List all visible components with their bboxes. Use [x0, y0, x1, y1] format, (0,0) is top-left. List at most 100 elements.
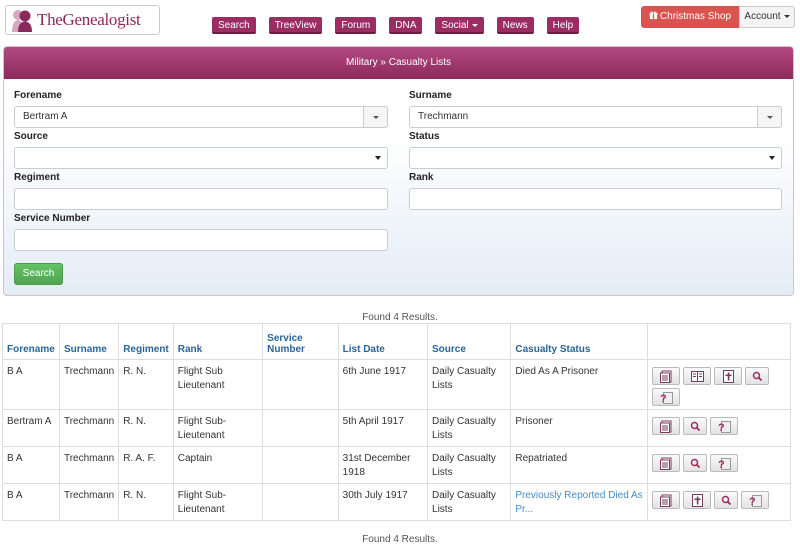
cell-service-number: [262, 409, 339, 447]
cell-rank: Flight Sub Lieutenant: [172, 359, 264, 410]
search-action-button[interactable]: [745, 367, 770, 385]
rank-label: Rank: [409, 172, 434, 183]
transcript-action-button[interactable]: [652, 367, 681, 385]
rank-input[interactable]: [409, 188, 782, 210]
table-row: B A Trechmann R. N. Flight Sub Lieutenant 6t…: [2, 359, 791, 410]
status-label: Status: [409, 131, 440, 142]
cell-casualty-status: Previously Reported Died As Pr...: [510, 483, 649, 521]
cell-surname: Trechmann: [58, 409, 120, 447]
cell-casualty-status: Died As A Prisoner: [510, 359, 649, 410]
regiment-input[interactable]: [14, 188, 388, 210]
results-count-top: Found 4 Results.: [362, 312, 438, 323]
cell-actions: ?: [647, 446, 791, 484]
table-row: B A Trechmann R. A. F. Captain 31st December…: [2, 446, 791, 484]
site-logo[interactable]: TheGenealogist: [5, 5, 160, 35]
service-number-label: Service Number: [14, 213, 91, 224]
nav-forum-label: Forum: [341, 20, 371, 31]
search-action-button[interactable]: [683, 417, 708, 435]
nav-treeview-label: TreeView: [274, 20, 317, 31]
column-header-source[interactable]: Source: [427, 323, 512, 360]
cell-regiment: R. N.: [118, 409, 174, 447]
cell-forename: B A: [2, 483, 60, 521]
svg-text:?: ?: [749, 496, 756, 507]
column-header-rank[interactable]: Rank: [172, 323, 264, 360]
nav-social-button[interactable]: Social: [435, 17, 484, 34]
cell-rank: Flight Sub-Lieutenant: [172, 409, 264, 447]
cell-surname: Trechmann: [58, 446, 120, 484]
column-header-casualty-status[interactable]: Casualty Status: [510, 323, 649, 360]
column-header-actions: [647, 323, 791, 360]
help-action-button[interactable]: ?: [741, 491, 770, 509]
surname-dropdown-button[interactable]: [757, 106, 782, 128]
svg-text:?: ?: [660, 393, 667, 404]
help-action-button[interactable]: ?: [652, 388, 681, 406]
transcript-action-button[interactable]: [652, 491, 681, 509]
panel-title: Military » Casualty Lists: [4, 47, 793, 79]
christmas-shop-button[interactable]: Christmas Shop: [641, 6, 739, 28]
nav-help-button[interactable]: Help: [546, 17, 580, 34]
cell-service-number: [262, 446, 339, 484]
caret-down-icon: [471, 23, 478, 27]
column-header-regiment[interactable]: Regiment: [118, 323, 174, 360]
casualty-status-link[interactable]: Previously Reported Died As Pr...: [515, 490, 642, 515]
cell-surname: Trechmann: [58, 483, 120, 521]
cell-regiment: R. A. F.: [118, 446, 174, 484]
transcript-action-button[interactable]: [652, 454, 681, 472]
nav-search-button[interactable]: Search: [212, 17, 256, 34]
table-row: Bertram A Trechmann R. N. Flight Sub-Lieute…: [2, 409, 791, 447]
nav-search-label: Search: [218, 20, 250, 31]
nav-news-button[interactable]: News: [496, 17, 534, 34]
forename-combobox[interactable]: Bertram A: [14, 106, 388, 128]
nav-dna-button[interactable]: DNA: [389, 17, 423, 34]
cell-regiment: R. N.: [118, 359, 174, 410]
shop-label: Christmas Shop: [659, 11, 732, 22]
caret-down-icon: [373, 116, 379, 119]
source-select[interactable]: [14, 147, 388, 169]
column-header-forename[interactable]: Forename: [2, 323, 60, 360]
transcript-action-button[interactable]: [652, 417, 681, 435]
memorial-action-button[interactable]: [714, 367, 743, 385]
caret-down-icon: [783, 14, 790, 18]
status-select[interactable]: [409, 147, 782, 169]
main-nav: Search TreeView Forum DNA Social News Help: [212, 17, 592, 34]
caret-down-icon: [767, 116, 773, 119]
cell-casualty-status: Repatriated: [510, 446, 649, 484]
search-action-button[interactable]: [683, 454, 708, 472]
help-action-button[interactable]: ?: [710, 454, 739, 472]
search-button[interactable]: Search: [14, 263, 63, 285]
cell-list-date: 5th April 1917: [337, 409, 429, 447]
gift-icon: [649, 11, 658, 20]
column-header-service-number[interactable]: Service Number: [262, 323, 339, 360]
nav-treeview-button[interactable]: TreeView: [268, 17, 323, 34]
surname-value: Trechmann: [418, 111, 469, 122]
nav-news-label: News: [502, 20, 528, 31]
nav-forum-button[interactable]: Forum: [335, 17, 377, 34]
cell-rank: Captain: [172, 446, 264, 484]
column-header-list-date[interactable]: List Date: [337, 323, 429, 360]
silhouette-logo-icon: [9, 7, 35, 33]
service-number-input[interactable]: [14, 229, 388, 251]
cell-source: Daily Casualty Lists: [427, 409, 512, 447]
image-action-button[interactable]: [683, 367, 712, 385]
account-dropdown[interactable]: Account: [739, 6, 795, 28]
results-count-bottom: Found 4 Results.: [362, 534, 438, 545]
caret-down-icon: [375, 156, 381, 160]
svg-text:?: ?: [718, 459, 725, 470]
cell-forename: Bertram A: [2, 409, 60, 447]
cell-regiment: R. N.: [118, 483, 174, 521]
forename-dropdown-button[interactable]: [363, 106, 388, 128]
help-action-button[interactable]: ?: [710, 417, 739, 435]
memorial-action-button[interactable]: [683, 491, 712, 509]
cell-source: Daily Casualty Lists: [427, 446, 512, 484]
forename-value: Bertram A: [23, 111, 68, 122]
nav-dna-label: DNA: [395, 20, 417, 31]
cell-casualty-status: Prisoner: [510, 409, 649, 447]
nav-help-label: Help: [552, 20, 574, 31]
svg-text:?: ?: [718, 422, 725, 433]
column-header-surname[interactable]: Surname: [58, 323, 120, 360]
search-action-button[interactable]: [714, 491, 739, 509]
surname-label: Surname: [409, 90, 452, 101]
surname-combobox[interactable]: Trechmann: [409, 106, 782, 128]
table-row: B A Trechmann R. N. Flight Sub-Lieutenant 30…: [2, 483, 791, 521]
cell-source: Daily Casualty Lists: [427, 359, 512, 410]
